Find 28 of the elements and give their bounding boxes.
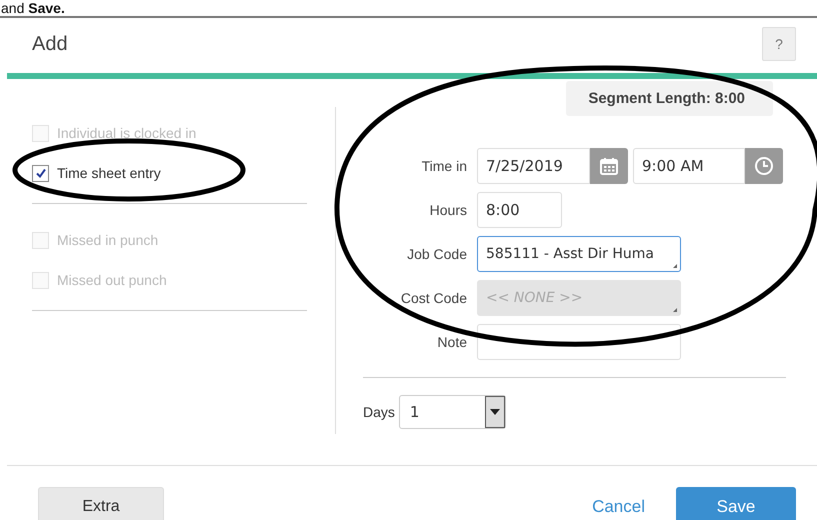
help-button[interactable]: ? (762, 27, 796, 61)
segment-length: Segment Length: 8:00 (566, 81, 773, 116)
calendar-icon (599, 156, 619, 176)
days-label: Days (363, 404, 395, 420)
note-field[interactable] (477, 324, 681, 360)
check-icon (34, 167, 46, 179)
clock-icon (754, 156, 774, 176)
field-label: Time in (420, 158, 467, 174)
calendar-button[interactable] (590, 148, 628, 184)
checkbox-label: Time sheet entry (57, 165, 161, 181)
days-select[interactable]: 1 (398, 395, 506, 429)
field-label: Job Code (406, 246, 467, 262)
field-label: Note (436, 334, 467, 350)
field-label: Cost Code (400, 290, 467, 306)
caption-text: and Save. (0, 0, 66, 16)
checkbox-label: Individual is clocked in (57, 125, 196, 141)
caret-icon (490, 409, 500, 415)
checkbox-label: Missed out punch (57, 272, 167, 288)
date-field[interactable]: 7/25/2019 (477, 148, 590, 184)
time-field[interactable]: 9:00 AM (633, 148, 745, 184)
checkbox[interactable] (32, 164, 49, 182)
combo-field[interactable]: 585111 - Asst Dir Huma (477, 236, 681, 272)
extra-button[interactable]: Extra (38, 487, 164, 520)
checkbox-label: Missed in punch (57, 232, 158, 248)
dialog-title: Add (32, 32, 68, 56)
hours-field[interactable]: 8:00 (477, 192, 562, 228)
clock-button[interactable] (745, 148, 783, 184)
field-label: Hours (428, 202, 467, 218)
